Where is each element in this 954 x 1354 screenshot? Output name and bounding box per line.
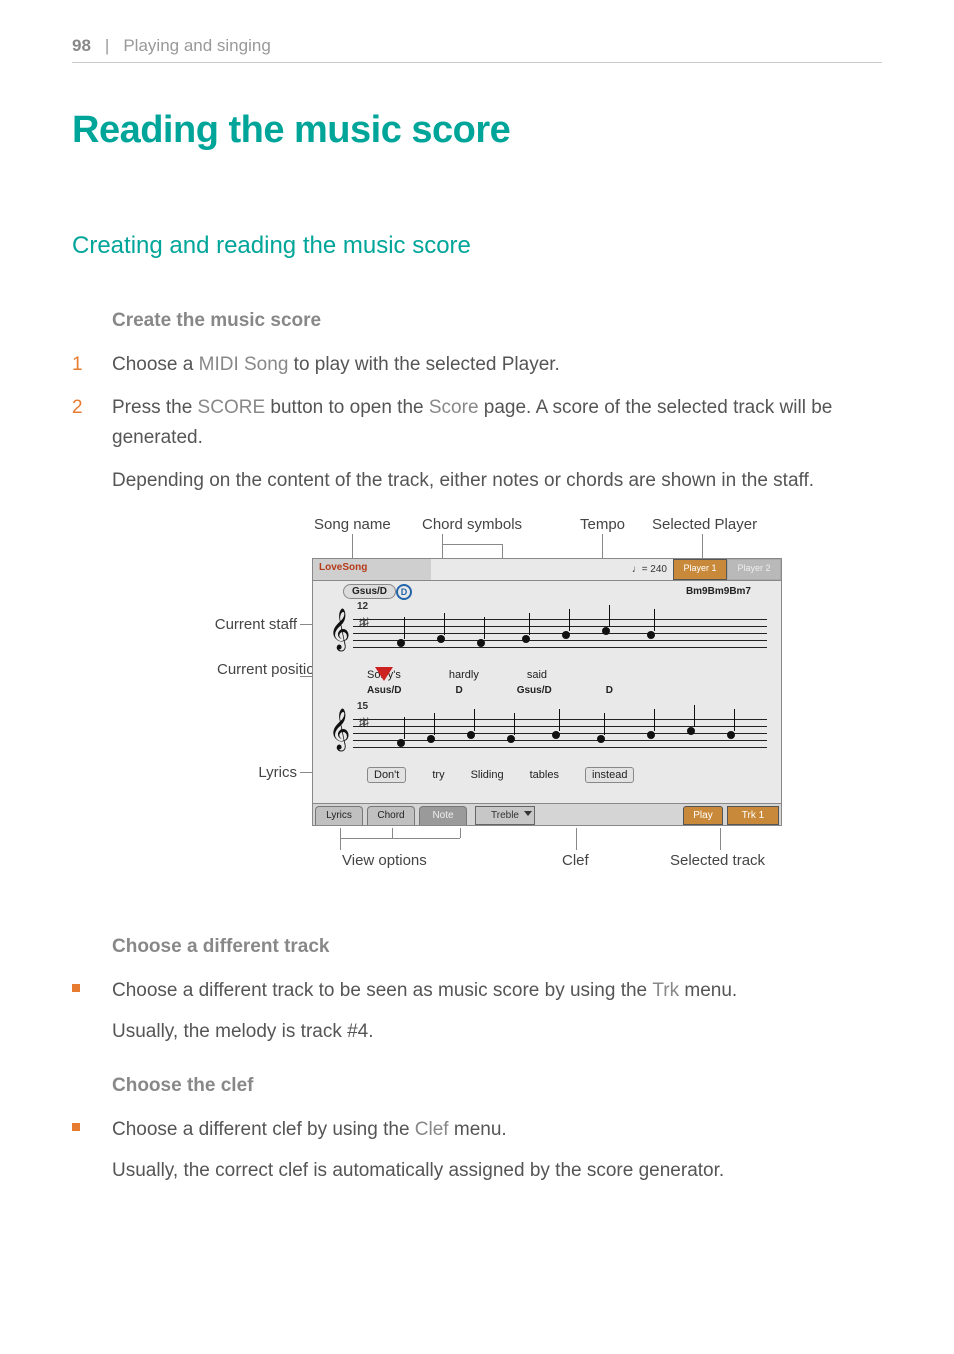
callout-current-position: Current position: [217, 661, 297, 678]
page-number: 98: [72, 36, 91, 56]
chord-tab[interactable]: Chord: [367, 806, 415, 825]
callout-view-options: View options: [342, 852, 427, 869]
track-note: Usually, the melody is track #4.: [112, 1017, 882, 1046]
term-score-page: Score: [429, 397, 479, 418]
paragraph-depending: Depending on the content of the track, e…: [112, 466, 882, 495]
section-name: Playing and singing: [123, 36, 270, 56]
callout-song-name: Song name: [314, 516, 391, 533]
staff-2: 15 𝄞 ♯♯: [327, 709, 767, 763]
callout-current-staff: Current staff: [187, 616, 297, 633]
panel-tempo: ♩= 240: [626, 561, 673, 578]
bullet-track: Choose a different track to be seen as m…: [72, 976, 882, 1047]
track-dropdown[interactable]: Trk 1: [727, 806, 779, 825]
chord-symbol: Asus/D: [367, 685, 401, 703]
subhead-track: Choose a different track: [112, 936, 882, 958]
staff-1: 12 𝄞 ♯♯: [327, 609, 767, 663]
term-trk: Trk: [652, 980, 679, 1001]
treble-clef-icon: 𝄞: [329, 611, 350, 647]
play-tab[interactable]: Play: [683, 806, 723, 825]
bullet-icon: [72, 1123, 90, 1194]
term-midi-song: MIDI Song: [199, 354, 289, 375]
score-panel: LoveSong ♩= 240 Player 1 Player 2 Gsus/D…: [312, 558, 782, 826]
term-score-button: SCORE: [198, 397, 266, 418]
bullet-icon: [72, 984, 90, 1055]
step-number: 1: [72, 350, 90, 379]
player-1-tab[interactable]: Player 1: [673, 559, 727, 580]
chord-symbol: Bm7: [729, 586, 751, 597]
step-1: 1 Choose a MIDI Song to play with the se…: [72, 350, 882, 379]
lyric-word: Don't: [367, 767, 406, 783]
chord-symbol: Bm9: [686, 586, 708, 597]
page-header: 98 | Playing and singing: [72, 36, 882, 63]
lyric-word: Sliding: [471, 769, 504, 781]
chord-d-marker: D: [396, 584, 412, 600]
score-diagram: Song name Chord symbols Tempo Selected P…: [162, 516, 882, 876]
step-2: 2 Press the SCORE button to open the Sco…: [72, 393, 882, 452]
panel-bottom-bar: Lyrics Chord Note Treble Play Trk 1: [313, 803, 781, 825]
step-number: 2: [72, 393, 90, 452]
page-title: Reading the music score: [72, 109, 882, 152]
note-tab[interactable]: Note: [419, 806, 467, 825]
panel-song-name: LoveSong: [313, 559, 431, 580]
lyric-word: instead: [585, 767, 634, 783]
chord-symbol: D: [455, 685, 462, 703]
subhead-create: Create the music score: [112, 310, 882, 332]
lyric-word: try: [432, 769, 444, 781]
current-position-marker: [375, 667, 393, 681]
chord-symbol: Gsus/D: [343, 584, 396, 599]
lyrics-tab[interactable]: Lyrics: [315, 806, 363, 825]
section-heading: Creating and reading the music score: [72, 232, 882, 260]
clef-dropdown[interactable]: Treble: [475, 806, 535, 825]
term-clef: Clef: [415, 1119, 449, 1140]
callout-selected-player: Selected Player: [652, 516, 757, 533]
subhead-clef: Choose the clef: [112, 1075, 882, 1097]
callout-clef: Clef: [562, 852, 589, 869]
chord-symbol: Gsus/D: [517, 685, 552, 703]
callout-lyrics: Lyrics: [242, 764, 297, 781]
chevron-down-icon: [524, 811, 532, 816]
chord-symbol: D: [606, 685, 613, 703]
player-2-tab[interactable]: Player 2: [727, 559, 781, 580]
chord-symbol: Bm9: [708, 586, 730, 597]
callout-tempo: Tempo: [580, 516, 625, 533]
bullet-clef: Choose a different clef by using the Cle…: [72, 1115, 882, 1186]
callout-selected-track: Selected track: [670, 852, 765, 869]
lyric-word: said: [527, 669, 547, 681]
callout-chord-symbols: Chord symbols: [422, 516, 522, 533]
lyric-word: tables: [530, 769, 559, 781]
treble-clef-icon: 𝄞: [329, 711, 350, 747]
clef-note: Usually, the correct clef is automatical…: [112, 1156, 882, 1185]
lyric-word: hardly: [449, 669, 479, 681]
